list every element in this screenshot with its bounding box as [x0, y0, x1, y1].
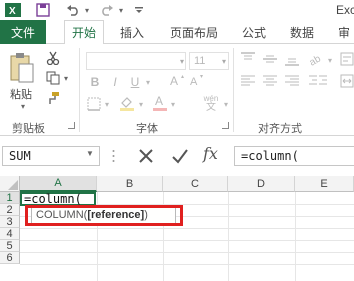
align-bottom-icon[interactable]	[284, 52, 302, 68]
window-title: Exc	[336, 3, 354, 17]
font-color-icon[interactable]: A	[152, 94, 168, 112]
align-middle-icon[interactable]	[262, 52, 280, 68]
undo-dropdown-icon[interactable]: ▾	[82, 2, 92, 18]
ribbon: 粘贴 ▾ ▾ 剪贴板 ▾ 11 ▾ B I U ▾ A A ▾ ▾ A ▾ wé…	[0, 44, 354, 136]
bold-icon[interactable]: B	[88, 74, 102, 90]
font-name-combobox[interactable]	[86, 52, 186, 70]
font-size-dropdown-icon[interactable]: ▾	[220, 54, 228, 68]
row-header-3[interactable]: 3	[0, 216, 20, 228]
formula-input[interactable]: =column(	[234, 146, 354, 166]
group-separator	[79, 48, 80, 132]
active-cell-a1[interactable]: =column(	[20, 192, 96, 206]
column-header-e[interactable]: E	[295, 176, 354, 192]
worksheet-grid: A B C D E 1 2 3 4 5 6 =column( COLUMN([r…	[0, 176, 354, 281]
gridline	[20, 228, 354, 229]
paste-icon[interactable]	[8, 52, 36, 84]
font-group-label: 字体	[136, 122, 158, 135]
title-bar: X ▾ ▾ Exc	[0, 0, 354, 20]
tab-formulas[interactable]: 公式	[236, 20, 272, 44]
font-color-dropdown-icon[interactable]: ▾	[169, 98, 177, 110]
row-header-5[interactable]: 5	[0, 240, 20, 252]
font-launcher-icon[interactable]	[222, 122, 229, 129]
column-header-c[interactable]: C	[163, 176, 228, 192]
borders-icon[interactable]	[86, 96, 102, 112]
gridline	[20, 240, 354, 241]
redo-icon[interactable]	[98, 2, 116, 18]
formula-bar: SUM ▼ fx =column(	[0, 136, 354, 176]
underline-dropdown-icon[interactable]: ▾	[144, 76, 152, 88]
svg-text:X: X	[9, 6, 16, 17]
borders-dropdown-icon[interactable]: ▾	[103, 98, 111, 110]
save-icon[interactable]	[34, 2, 52, 18]
row-header-6[interactable]: 6	[0, 252, 20, 264]
tab-data[interactable]: 数据	[284, 20, 320, 44]
copy-dropdown-icon[interactable]: ▾	[62, 72, 70, 84]
group-separator	[233, 48, 234, 132]
gridline	[295, 192, 296, 281]
name-box-dropdown-icon[interactable]: ▼	[86, 149, 94, 158]
orientation-dropdown-icon[interactable]: ▾	[326, 54, 334, 66]
customize-toolbar-icon[interactable]	[132, 2, 146, 18]
merge-center-icon[interactable]	[340, 74, 354, 90]
row-header-1[interactable]: 1	[0, 192, 20, 204]
align-right-icon[interactable]	[284, 74, 302, 90]
confirm-entry-icon[interactable]	[170, 146, 190, 166]
row-header-4[interactable]: 4	[0, 228, 20, 240]
tab-insert[interactable]: 插入	[114, 20, 150, 44]
align-top-icon[interactable]	[240, 52, 258, 68]
column-header-d[interactable]: D	[228, 176, 295, 192]
clipboard-group-label: 剪贴板	[12, 122, 45, 135]
format-painter-icon[interactable]	[44, 90, 62, 106]
row-header-2[interactable]: 2	[0, 204, 20, 216]
clipboard-launcher-icon[interactable]	[68, 122, 75, 129]
gridline	[20, 252, 354, 253]
undo-icon[interactable]	[64, 2, 82, 18]
align-left-icon[interactable]	[240, 74, 258, 90]
grow-font-icon[interactable]: A	[170, 72, 186, 88]
fill-color-icon[interactable]	[118, 94, 136, 112]
tab-page-layout[interactable]: 页面布局	[164, 20, 224, 44]
align-center-icon[interactable]	[262, 74, 280, 90]
svg-text:A: A	[190, 76, 198, 87]
svg-text:A: A	[170, 74, 178, 87]
column-header-a[interactable]: A	[20, 176, 97, 192]
redo-dropdown-icon[interactable]: ▾	[116, 2, 126, 18]
insert-function-icon[interactable]: fx	[203, 144, 227, 166]
formula-bar-grip-icon[interactable]	[112, 148, 115, 164]
phonetic-guide-icon[interactable]: wén 文	[198, 94, 224, 113]
fill-color-dropdown-icon[interactable]: ▾	[137, 98, 145, 110]
paste-dropdown-icon[interactable]: ▾	[18, 102, 28, 111]
svg-text:ab: ab	[308, 53, 323, 66]
tab-review[interactable]: 审	[332, 20, 354, 44]
excel-logo-icon: X	[4, 2, 22, 18]
font-name-dropdown-icon[interactable]: ▾	[178, 54, 186, 68]
gridline	[228, 192, 229, 281]
italic-icon[interactable]: I	[108, 74, 122, 90]
select-all-corner[interactable]	[0, 176, 20, 192]
indent-icons[interactable]	[308, 74, 328, 90]
alignment-group-label: 对齐方式	[258, 122, 302, 135]
highlight-annotation-box	[25, 205, 183, 226]
column-header-b[interactable]: B	[97, 176, 163, 192]
wrap-text-icon[interactable]	[340, 52, 354, 68]
gridline	[20, 264, 354, 265]
tab-file[interactable]: 文件	[0, 20, 46, 44]
phonetic-dropdown-icon[interactable]: ▾	[222, 98, 230, 110]
ribbon-tabs: 文件 开始 插入 页面布局 公式 数据 审	[0, 20, 354, 45]
orientation-icon[interactable]: ab	[308, 52, 326, 68]
shrink-font-icon[interactable]: A	[190, 72, 206, 88]
paste-label[interactable]: 粘贴	[10, 86, 32, 102]
copy-icon[interactable]	[44, 70, 62, 86]
cut-icon[interactable]	[44, 50, 62, 66]
cancel-entry-icon[interactable]	[136, 146, 156, 166]
underline-icon[interactable]: U	[128, 74, 142, 90]
tab-home[interactable]: 开始	[64, 20, 104, 45]
